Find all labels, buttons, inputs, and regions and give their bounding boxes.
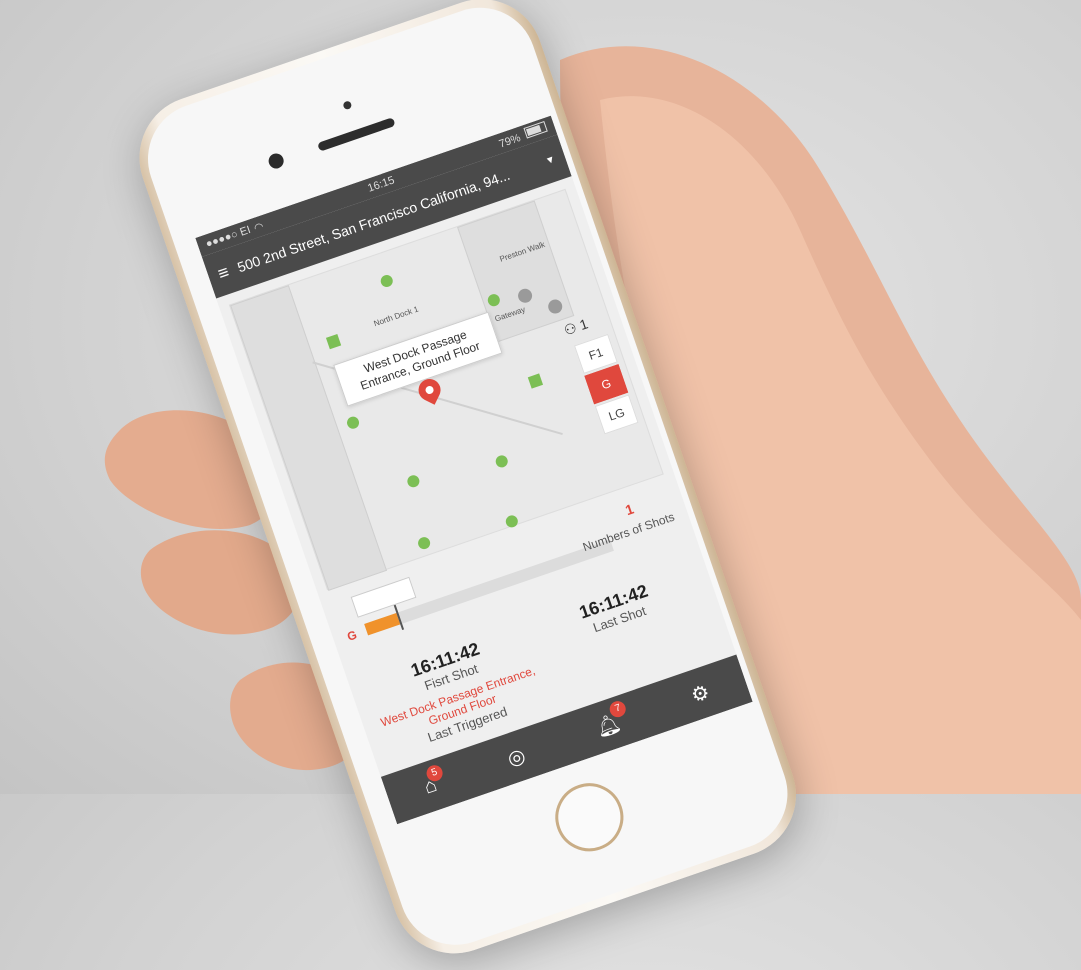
proximity-sensor — [342, 100, 353, 111]
floor-count: 1 — [577, 315, 590, 334]
locate-tab[interactable]: ◎ — [504, 742, 529, 771]
hamburger-icon[interactable]: ≡ — [215, 261, 232, 284]
front-camera-icon — [266, 151, 286, 171]
sensor-marker-square[interactable] — [325, 333, 342, 350]
earpiece-speaker — [317, 117, 396, 152]
alerts-tab[interactable]: 🔔︎ 7 — [592, 698, 629, 741]
home-button[interactable] — [546, 774, 633, 861]
settings-tab[interactable]: ⚙ — [688, 679, 713, 708]
floor-selector: F1 G LG — [573, 333, 639, 437]
chevron-down-icon[interactable]: ▼ — [544, 153, 557, 167]
sensor-marker-square[interactable] — [527, 373, 544, 389]
sensor-marker[interactable] — [416, 535, 432, 551]
map-label-north-dock: North Dock 1 — [372, 304, 420, 329]
wifi-icon: ◠ — [252, 220, 266, 235]
gear-icon: ⚙ — [688, 680, 713, 708]
sensor-marker[interactable] — [504, 513, 520, 530]
battery-icon — [523, 121, 548, 139]
timeline-floor-label: G — [345, 627, 359, 644]
sensor-marker[interactable] — [345, 415, 361, 431]
target-icon: ◎ — [504, 744, 529, 771]
sensor-marker[interactable] — [494, 453, 510, 470]
timeline-progress — [364, 613, 401, 636]
sensor-marker[interactable] — [405, 473, 422, 489]
home-tab[interactable]: ⌂ 5 — [421, 762, 445, 799]
sensor-marker[interactable] — [379, 273, 395, 289]
elevator-icon: ⚇ 1 — [561, 315, 590, 339]
shots-count: 1 — [623, 500, 636, 519]
